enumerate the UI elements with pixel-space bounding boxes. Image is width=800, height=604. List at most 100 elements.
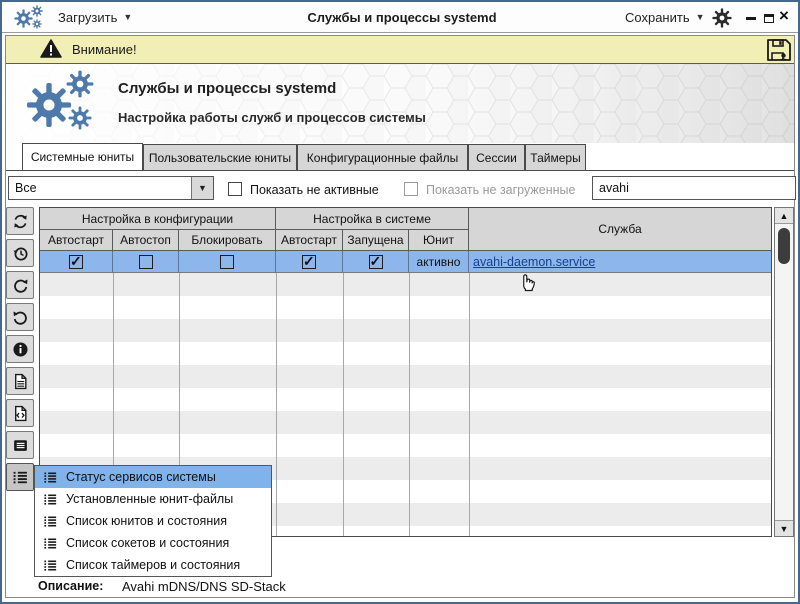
menu-item-sockets-list[interactable]: Список сокетов и состояния bbox=[35, 532, 271, 554]
load-menu-label: Загрузить bbox=[58, 10, 117, 25]
chevron-down-icon: ▼ bbox=[198, 183, 207, 193]
undo-button[interactable] bbox=[6, 303, 34, 331]
page-title: Службы и процессы systemd bbox=[118, 80, 336, 97]
show-unloaded-label: Показать не загруженные bbox=[426, 183, 575, 197]
tab-config-files[interactable]: Конфигурационные файлы bbox=[297, 144, 468, 170]
app-window: Загрузить ▼ Службы и процессы systemd Со… bbox=[0, 0, 800, 604]
info-icon bbox=[12, 341, 29, 358]
column-divider bbox=[276, 273, 277, 536]
cell-block-config[interactable] bbox=[179, 251, 276, 272]
search-input[interactable] bbox=[592, 176, 796, 200]
menu-item-label: Статус сервисов системы bbox=[66, 470, 216, 484]
save-file-icon[interactable] bbox=[766, 38, 792, 62]
show-unloaded-checkbox[interactable] bbox=[404, 182, 418, 196]
document-button[interactable] bbox=[6, 367, 34, 395]
column-divider bbox=[343, 273, 344, 536]
column-divider bbox=[469, 273, 470, 536]
service-link[interactable]: avahi-daemon.service bbox=[473, 255, 595, 269]
app-header: Службы и процессы systemd Настройка рабо… bbox=[6, 64, 794, 143]
unit-filter-combobox[interactable]: Все ▼ bbox=[8, 176, 214, 200]
hexagon-pattern-background bbox=[6, 64, 794, 143]
combobox-dropdown-button[interactable]: ▼ bbox=[191, 177, 213, 199]
list-menu-icon bbox=[43, 514, 58, 529]
warning-triangle-icon bbox=[40, 39, 62, 59]
menu-item-label: Список таймеров и состояния bbox=[66, 558, 240, 572]
window-title: Службы и процессы systemd bbox=[202, 2, 602, 32]
show-inactive-label: Показать не активные bbox=[250, 183, 379, 197]
refresh-button[interactable] bbox=[6, 207, 34, 235]
save-menu-label: Сохранить bbox=[625, 10, 690, 25]
column-header-autostop-config[interactable]: Автостоп bbox=[113, 230, 179, 251]
menu-item-label: Список сокетов и состояния bbox=[66, 536, 229, 550]
checkbox[interactable] bbox=[139, 255, 153, 269]
refresh-icon bbox=[12, 213, 29, 230]
tab-content-divider bbox=[6, 170, 794, 171]
column-header-autostart-system[interactable]: Автостарт bbox=[276, 230, 343, 251]
cell-service-name[interactable]: avahi-daemon.service bbox=[469, 251, 771, 272]
column-header-block-config[interactable]: Блокировать bbox=[179, 230, 276, 251]
table-row-selected[interactable]: активно avahi-daemon.service bbox=[40, 251, 771, 273]
app-gears-icon bbox=[14, 5, 48, 31]
column-header-unit[interactable]: Юнит bbox=[409, 230, 469, 251]
list-panel-button[interactable] bbox=[6, 431, 34, 459]
maximize-icon bbox=[764, 14, 774, 23]
menu-item-units-list[interactable]: Список юнитов и состояния bbox=[35, 510, 271, 532]
settings-gear-icon[interactable] bbox=[712, 8, 732, 28]
description-label: Описание: bbox=[38, 579, 103, 593]
chevron-down-icon: ▼ bbox=[123, 12, 132, 22]
column-header-autostart-config[interactable]: Автостарт bbox=[40, 230, 113, 251]
cell-autostart-config[interactable] bbox=[40, 251, 113, 272]
undo-icon bbox=[12, 309, 29, 326]
column-header-running-system[interactable]: Запущена bbox=[343, 230, 409, 251]
title-bar: Загрузить ▼ Службы и процессы systemd Со… bbox=[2, 2, 798, 33]
document-code-icon bbox=[12, 405, 29, 422]
cell-autostart-system[interactable] bbox=[276, 251, 343, 272]
scroll-up-button[interactable]: ▲ bbox=[775, 208, 793, 224]
tab-timers[interactable]: Таймеры bbox=[525, 144, 586, 170]
table-subheader-row: Автостарт Автостоп Блокировать Автостарт… bbox=[40, 230, 469, 251]
checkbox[interactable] bbox=[69, 255, 83, 269]
menu-item-installed-unit-files[interactable]: Установленные юнит-файлы bbox=[35, 488, 271, 510]
scroll-down-button[interactable]: ▼ bbox=[775, 520, 793, 536]
maximize-button[interactable] bbox=[762, 11, 776, 25]
group-header-config[interactable]: Настройка в конфигурации bbox=[40, 208, 276, 230]
group-header-system[interactable]: Настройка в системе bbox=[276, 208, 469, 230]
tab-sessions[interactable]: Сессии bbox=[468, 144, 525, 170]
list-menu-icon bbox=[43, 536, 58, 551]
checkbox[interactable] bbox=[302, 255, 316, 269]
menu-item-label: Установленные юнит-файлы bbox=[66, 492, 233, 506]
list-panel-icon bbox=[12, 437, 29, 454]
reload-button[interactable] bbox=[6, 271, 34, 299]
tab-user-units[interactable]: Пользовательские юниты bbox=[143, 144, 297, 170]
checkbox[interactable] bbox=[369, 255, 383, 269]
hand-cursor-icon bbox=[514, 271, 540, 297]
scrollbar-thumb[interactable] bbox=[778, 228, 790, 264]
history-button[interactable] bbox=[6, 239, 34, 267]
cell-autostop-config[interactable] bbox=[113, 251, 179, 272]
list-menu-icon bbox=[43, 470, 58, 485]
reports-context-menu: Статус сервисов системы Установленные юн… bbox=[34, 465, 272, 577]
table-group-header-row: Настройка в конфигурации Настройка в сис… bbox=[40, 208, 771, 230]
list-menu-button[interactable] bbox=[6, 463, 34, 491]
show-inactive-checkbox[interactable] bbox=[228, 182, 242, 196]
document-icon bbox=[12, 373, 29, 390]
tab-system-units[interactable]: Системные юниты bbox=[22, 143, 143, 170]
page-subtitle: Настройка работы служб и процессов систе… bbox=[118, 110, 426, 125]
save-menu-button[interactable]: Сохранить ▼ bbox=[625, 2, 705, 32]
minimize-button[interactable] bbox=[744, 11, 758, 25]
menu-item-service-status[interactable]: Статус сервисов системы bbox=[35, 466, 271, 488]
list-menu-icon bbox=[43, 492, 58, 507]
chevron-down-icon: ▼ bbox=[696, 12, 705, 22]
list-menu-icon bbox=[43, 558, 58, 573]
reload-icon bbox=[12, 277, 29, 294]
vertical-scrollbar[interactable]: ▲ ▼ bbox=[774, 207, 794, 537]
menu-item-timers-list[interactable]: Список таймеров и состояния bbox=[35, 554, 271, 576]
checkbox[interactable] bbox=[220, 255, 234, 269]
cell-running-system[interactable] bbox=[343, 251, 409, 272]
close-button[interactable]: × bbox=[779, 6, 789, 26]
info-button[interactable] bbox=[6, 335, 34, 363]
load-menu-button[interactable]: Загрузить ▼ bbox=[58, 2, 132, 32]
unit-filter-value: Все bbox=[9, 181, 191, 195]
document-code-button[interactable] bbox=[6, 399, 34, 427]
column-header-service[interactable]: Служба bbox=[469, 208, 771, 251]
